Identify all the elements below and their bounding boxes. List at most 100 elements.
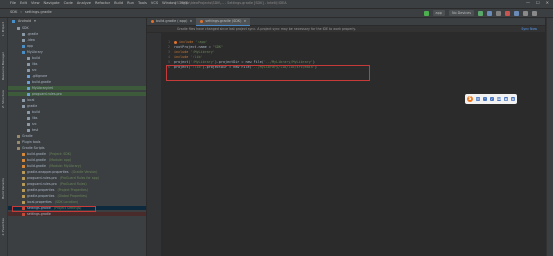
menu-item-build[interactable]: Build [114, 1, 123, 5]
library-icon [17, 146, 20, 150]
code-token: include [179, 40, 196, 44]
editor-tab[interactable]: build.gradle (:app) × [147, 18, 196, 25]
tree-item[interactable]: libs [8, 116, 146, 120]
sync-now-link[interactable]: Sync Now [521, 27, 537, 31]
tree-item-hint: (Project: SDK) [49, 152, 72, 156]
menu-item-vcs[interactable]: VCS [151, 1, 158, 5]
tree-item[interactable]: proguard-rules.pro (ProGuard Rules) [8, 182, 146, 186]
menu-item-file[interactable]: File [10, 1, 16, 5]
editor-tabs: build.gradle (:app) × settings.gradle (SDK… [147, 18, 545, 26]
project-view-select[interactable]: Android [18, 19, 31, 23]
tool-tab-favorites[interactable]: 2: Favorites [1, 218, 6, 235]
ime-logo-icon[interactable]: S [467, 96, 473, 102]
device-select[interactable]: No Devices [448, 10, 474, 16]
module-icon [22, 50, 25, 54]
file-icon [27, 80, 30, 84]
tree-item[interactable]: gradle.properties (Project Properties) [8, 188, 146, 192]
tool-tab-structure[interactable]: Z: Structure [1, 90, 6, 108]
breadcrumb-project[interactable]: SDK [10, 10, 17, 14]
tree-item[interactable]: settings.gradle [8, 212, 146, 217]
tree-item[interactable]: gradle [8, 104, 146, 108]
tree-item[interactable]: build.gradle (Module: app) [8, 158, 146, 162]
tree-item[interactable]: build.gradle (Project: SDK) [8, 152, 146, 156]
avd-manager-icon[interactable] [523, 10, 528, 16]
tree-item[interactable]: src [8, 68, 146, 72]
gradle-run-icon[interactable] [174, 40, 177, 44]
search-icon[interactable] [532, 10, 537, 16]
tool-tab-resource-manager[interactable]: Resource Manager [1, 52, 6, 80]
maximize-button[interactable]: ☐ [536, 0, 540, 5]
ime-voice-button[interactable]: ♪ [490, 97, 494, 101]
tree-item[interactable]: proguard-rules.pro (ProGuard Rules for ap… [8, 176, 146, 180]
tree-item-label: local [27, 98, 35, 102]
tree-item-label: gradle [27, 104, 38, 108]
breadcrumb-file[interactable]: settings.gradle [25, 10, 52, 14]
properties-icon [22, 176, 25, 180]
tree-item-hint: (SDK Location) [54, 200, 79, 204]
tree-item-label: proguard-rules.pro [32, 92, 62, 96]
stop-icon[interactable] [505, 10, 510, 16]
tree-item[interactable]: .idea [8, 38, 146, 42]
sync-banner: Gradle files have changed since last pro… [147, 26, 545, 32]
tree-item[interactable]: src [8, 122, 146, 126]
module-icon [22, 44, 25, 48]
code-token: ':MyLibrary' [190, 50, 215, 54]
tool-tab-build-variants[interactable]: Build Variants [1, 178, 6, 199]
tree-item[interactable]: build [8, 110, 146, 114]
menu-item-view[interactable]: View [31, 1, 40, 5]
ime-language-button[interactable]: 中 [476, 97, 480, 101]
tree-item[interactable]: app [8, 44, 146, 48]
tree-item[interactable]: MyLibrary.iml [8, 86, 146, 91]
file-icon [27, 86, 30, 90]
menu-item-navigate[interactable]: Navigate [44, 1, 60, 5]
tool-tab-project[interactable]: 1: Project [1, 22, 6, 36]
tree-item[interactable]: local.properties (SDK Location) [8, 200, 146, 204]
left-tool-stripe: 1: Project Resource Manager Z: Structure… [0, 18, 8, 256]
run-icon[interactable] [478, 10, 483, 16]
tree-item[interactable]: .gitignore [8, 74, 146, 78]
tree-item[interactable]: build [8, 56, 146, 60]
window-title: [SDK] D:\IdeaProjects\SDK\... - Settings… [175, 1, 287, 5]
tree-item[interactable]: Plugin tools [8, 140, 146, 144]
tree-item[interactable]: proguard-rules.pro [8, 92, 146, 97]
tree-item[interactable]: SDK [8, 26, 146, 30]
close-tab-icon[interactable]: × [189, 18, 192, 25]
hammer-icon[interactable] [423, 10, 429, 16]
menu-item-code[interactable]: Code [64, 1, 73, 5]
tree-item[interactable]: local [8, 98, 146, 102]
code-token: project( [174, 60, 191, 64]
tree-item-label: build.gradle [32, 80, 52, 84]
menu-item-analyze[interactable]: Analyze [77, 1, 91, 5]
tree-item[interactable]: MyLibrary [8, 50, 146, 54]
profile-icon[interactable] [496, 10, 501, 16]
debug-icon[interactable] [487, 10, 492, 16]
tree-item[interactable]: build.gradle [8, 80, 146, 84]
ime-punctuation-button[interactable]: ° [483, 97, 487, 101]
tree-item[interactable]: Gradle Scripts [8, 146, 146, 150]
minimize-button[interactable]: — [526, 0, 530, 5]
tree-item[interactable]: .gradle [8, 32, 146, 36]
tree-item[interactable]: build.gradle (Module: MyLibrary) [8, 164, 146, 168]
folder-icon [27, 110, 30, 114]
menu-item-edit[interactable]: Edit [20, 1, 27, 5]
close-button[interactable]: ✕ [546, 0, 549, 5]
ime-skin-button[interactable]: ▦ [504, 97, 508, 101]
sync-icon[interactable] [514, 10, 519, 16]
breadcrumb: SDK › settings.gradle [10, 10, 52, 14]
tree-item[interactable]: libs [8, 62, 146, 66]
menu-item-refactor[interactable]: Refactor [95, 1, 110, 5]
close-tab-icon[interactable]: × [243, 18, 246, 25]
ime-menu-button[interactable]: ▤ [511, 97, 515, 101]
chevron-down-icon[interactable]: ▾ [34, 19, 36, 23]
tree-item-label: build [32, 56, 40, 60]
tree-item[interactable]: gradle.properties (Global Properties) [8, 194, 146, 198]
menu-item-tools[interactable]: Tools [138, 1, 147, 5]
tree-item[interactable]: Gradle [8, 134, 146, 138]
editor-tab[interactable]: settings.gradle (SDK) × [196, 18, 251, 26]
tree-item[interactable]: test [8, 128, 146, 132]
tree-item[interactable]: gradle-wrapper.properties (Gradle Version… [8, 170, 146, 174]
ime-keyboard-button[interactable]: ⌨ [497, 97, 501, 101]
menu-item-run[interactable]: Run [127, 1, 134, 5]
tree-item-label: gradle.properties [27, 188, 55, 192]
run-config-select[interactable]: app [432, 10, 445, 16]
